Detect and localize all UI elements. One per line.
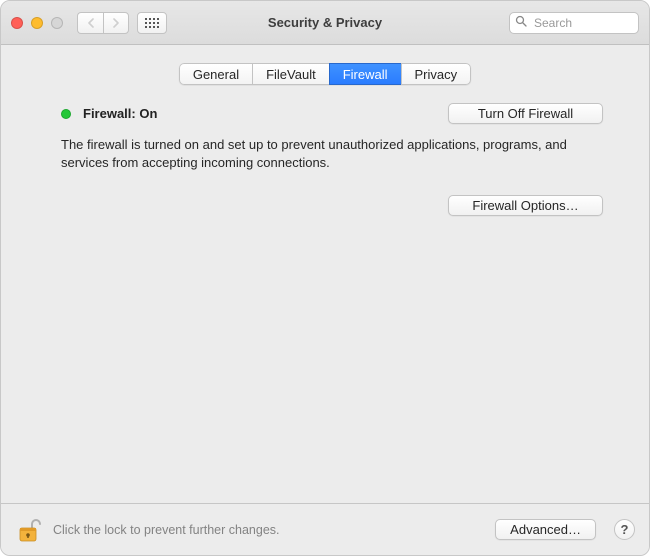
advanced-button[interactable]: Advanced… <box>495 519 596 540</box>
tab-general[interactable]: General <box>179 63 252 85</box>
zoom-window-button <box>51 17 63 29</box>
grid-icon <box>145 18 159 28</box>
show-all-button[interactable] <box>137 12 167 34</box>
search-input[interactable] <box>509 12 639 34</box>
chevron-right-icon <box>112 18 120 28</box>
help-button[interactable]: ? <box>614 519 635 540</box>
tab-bar: General FileVault Firewall Privacy <box>19 63 631 85</box>
turn-off-firewall-button[interactable]: Turn Off Firewall <box>448 103 603 124</box>
tab-firewall[interactable]: Firewall <box>329 63 401 85</box>
firewall-options-button[interactable]: Firewall Options… <box>448 195 603 216</box>
close-window-button[interactable] <box>11 17 23 29</box>
tab-filevault[interactable]: FileVault <box>252 63 329 85</box>
firewall-description: The firewall is turned on and set up to … <box>19 124 631 171</box>
footer: Click the lock to prevent further change… <box>1 503 649 555</box>
traffic-lights <box>11 17 63 29</box>
status-indicator-icon <box>61 109 71 119</box>
preferences-window: Security & Privacy General FileVault Fir… <box>0 0 650 556</box>
tab-privacy[interactable]: Privacy <box>401 63 472 85</box>
search-wrap <box>509 12 639 34</box>
lock-hint-text: Click the lock to prevent further change… <box>53 523 485 537</box>
lock-button[interactable] <box>15 516 43 544</box>
forward-button[interactable] <box>103 12 129 34</box>
unlocked-lock-icon <box>17 517 41 543</box>
chevron-left-icon <box>87 18 95 28</box>
content-area: General FileVault Firewall Privacy Firew… <box>1 45 649 503</box>
nav-group <box>77 12 129 34</box>
firewall-status-row: Firewall: On Turn Off Firewall <box>19 103 631 124</box>
titlebar: Security & Privacy <box>1 1 649 45</box>
back-button[interactable] <box>77 12 103 34</box>
firewall-status-label: Firewall: On <box>83 106 157 121</box>
minimize-window-button[interactable] <box>31 17 43 29</box>
